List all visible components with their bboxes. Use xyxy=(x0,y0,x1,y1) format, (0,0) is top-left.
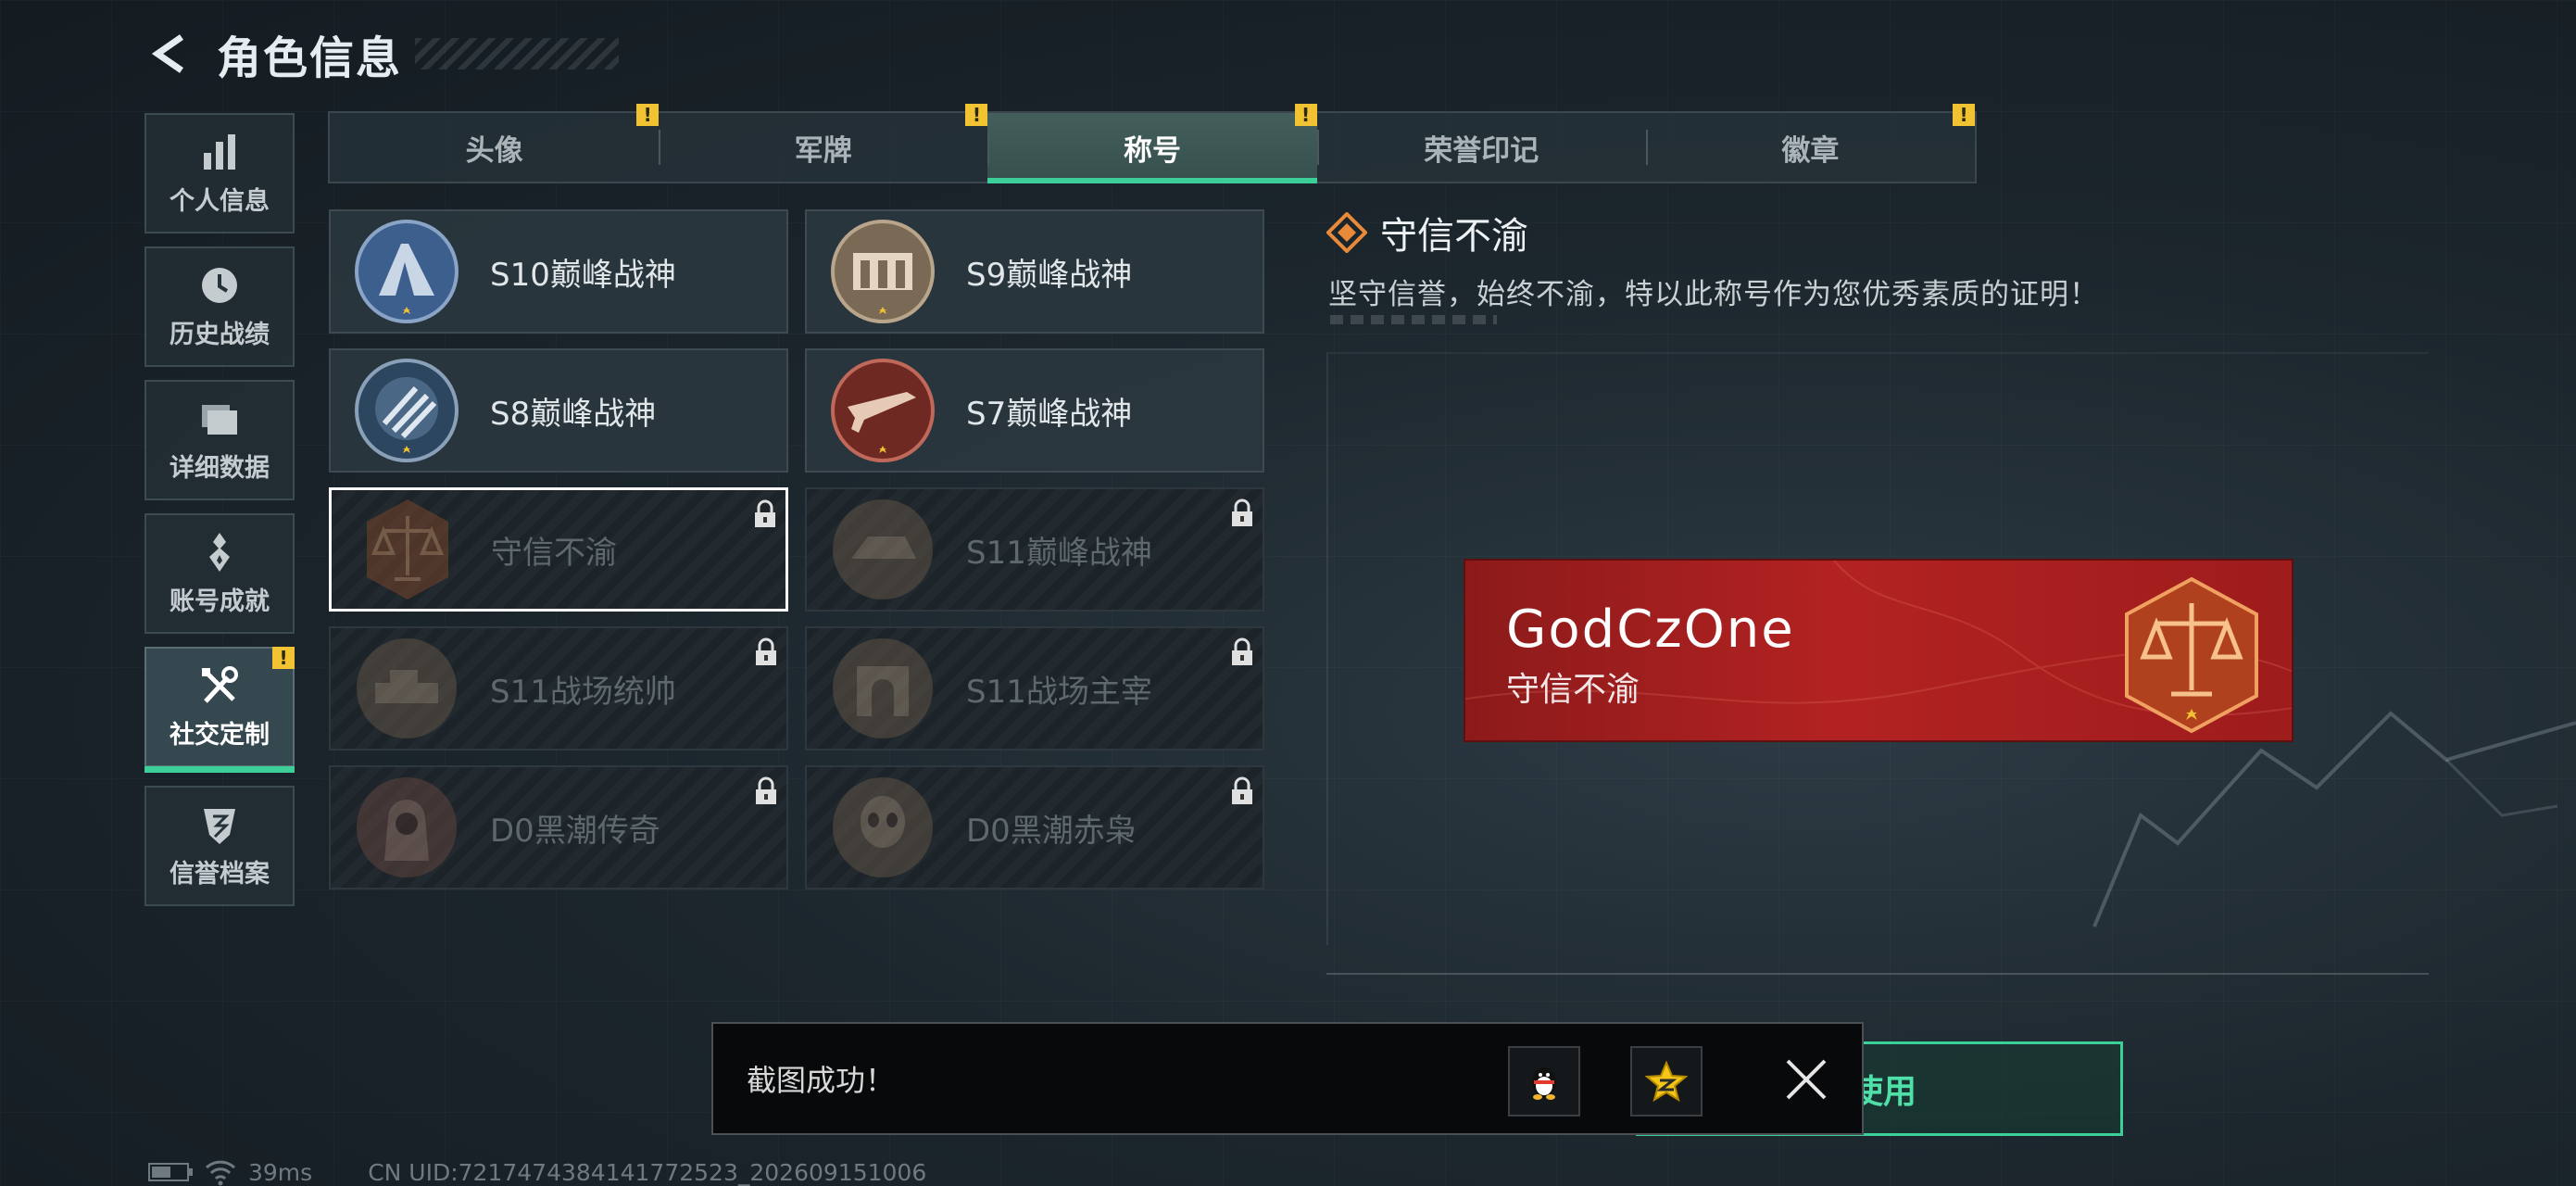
title-card-label: S8巅峰战神 xyxy=(490,395,657,433)
title-card-label: S11巅峰战神 xyxy=(966,534,1152,572)
title-card-label: D0黑潮赤枭 xyxy=(966,812,1137,850)
diamond-icon xyxy=(1326,212,1367,253)
category-tabs: 头像 ! 军牌 ! 称号 ! 荣誉印记 徽章 ! xyxy=(328,104,1977,183)
detail-header: 守信不渝 xyxy=(1326,206,1528,259)
title-card-label: S9巅峰战神 xyxy=(966,256,1133,294)
tab-label: 徽章 xyxy=(1781,133,1840,168)
clock-icon xyxy=(202,267,237,303)
tab-avatar[interactable]: 头像 ! xyxy=(330,104,660,182)
decorative-code xyxy=(1330,315,1497,324)
tab-title[interactable]: 称号 ! xyxy=(987,104,1317,183)
title-card-d0-red-owl[interactable]: D0黑潮赤枭 xyxy=(805,765,1264,890)
title-card-s9-peak[interactable]: S9巅峰战神 xyxy=(805,209,1264,334)
share-qq-button[interactable] xyxy=(1508,1046,1580,1117)
sidebar-item-social-custom[interactable]: ! 社交定制 xyxy=(145,647,295,773)
sidebar-item-personal-info[interactable]: 个人信息 xyxy=(145,113,295,233)
user-uid: CN UID:7217474384141772523_202609151006 xyxy=(368,1158,927,1186)
title-card-faithful[interactable]: 守信不渝 xyxy=(329,487,788,612)
folder-icon xyxy=(202,404,237,435)
tab-label: 军牌 xyxy=(794,133,852,168)
battery-icon xyxy=(148,1163,193,1181)
page-header: 角色信息 xyxy=(148,26,620,84)
banner-title: 守信不渝 xyxy=(1506,671,1640,709)
lock-icon xyxy=(1232,498,1252,526)
title-card-label: S11战场统帅 xyxy=(490,673,676,711)
title-banner-preview: GodCzOne 守信不渝 xyxy=(1464,559,2293,742)
title-card-s8-peak[interactable]: S8巅峰战神 xyxy=(329,348,788,473)
sidebar-item-reputation[interactable]: 信誉档案 xyxy=(145,786,295,906)
detail-title: 守信不渝 xyxy=(1380,215,1528,258)
title-list: S10巅峰战神 S9巅峰战神 S8巅峰战神 S7巅峰战神 守信不渝 S11巅峰战… xyxy=(329,209,1266,890)
scales-emblem-icon xyxy=(2125,576,2258,734)
warning-badge: ! xyxy=(636,104,660,126)
title-card-label: 守信不渝 xyxy=(491,534,617,572)
tab-honor-mark[interactable]: 荣誉印记 xyxy=(1316,113,1646,182)
s7-emblem-icon xyxy=(831,359,935,462)
lock-icon xyxy=(755,499,775,527)
title-card-s11-commander[interactable]: S11战场统帅 xyxy=(329,626,788,751)
ping-value: 39ms xyxy=(248,1158,313,1186)
warning-badge: ! xyxy=(1953,104,1976,126)
sidebar-item-detailed-data[interactable]: 详细数据 xyxy=(145,380,295,500)
title-decoration xyxy=(415,38,620,69)
back-arrow-icon[interactable] xyxy=(148,32,193,76)
hooded-figure-emblem-icon xyxy=(357,777,457,877)
skull-emblem-icon xyxy=(833,777,933,877)
sidebar-item-history[interactable]: 历史战绩 xyxy=(145,246,295,367)
title-card-label: S10巅峰战神 xyxy=(490,256,676,294)
sidebar-item-label: 详细数据 xyxy=(170,453,270,483)
warning-badge: ! xyxy=(1294,104,1317,126)
lock-icon xyxy=(756,776,776,804)
screenshot-toast: 截图成功！ xyxy=(711,1022,1864,1135)
title-card-label: S7巅峰战神 xyxy=(966,395,1133,433)
s9-emblem-icon xyxy=(831,220,935,323)
player-name: GodCzOne xyxy=(1506,599,1795,660)
title-card-s10-peak[interactable]: S10巅峰战神 xyxy=(329,209,788,334)
tab-badge[interactable]: 徽章 ! xyxy=(1645,104,1976,182)
s8-emblem-icon xyxy=(355,359,459,462)
status-bar: 39ms CN UID:7217474384141772523_20260915… xyxy=(148,1158,926,1186)
sidebar-item-label: 个人信息 xyxy=(170,186,270,216)
share-qzone-button[interactable] xyxy=(1630,1046,1703,1117)
shield-icon xyxy=(204,808,235,844)
warning-badge: ! xyxy=(272,647,295,669)
warning-badge: ! xyxy=(965,104,988,126)
medal-icon xyxy=(209,532,230,572)
tank-emblem-icon xyxy=(357,638,457,738)
bar-chart-icon xyxy=(204,133,235,170)
title-card-s11-dominator[interactable]: S11战场主宰 xyxy=(805,626,1264,751)
arch-emblem-icon xyxy=(833,638,933,738)
preview-divider xyxy=(1326,973,2429,975)
scales-emblem-icon xyxy=(367,499,448,599)
page-title: 角色信息 xyxy=(217,32,403,84)
sidebar-item-label: 信誉档案 xyxy=(170,859,270,889)
sidebar-item-label: 历史战绩 xyxy=(170,320,270,349)
detail-description: 坚守信誉，始终不渝，特以此称号作为您优秀素质的证明！ xyxy=(1328,278,2099,311)
sidebar-item-label: 账号成就 xyxy=(170,587,270,616)
title-card-label: D0黑潮传奇 xyxy=(490,812,660,850)
title-card-label: S11战场主宰 xyxy=(966,673,1152,711)
lock-icon xyxy=(756,637,776,665)
s10-emblem-icon xyxy=(355,220,459,323)
wifi-icon xyxy=(205,1160,236,1186)
lock-icon xyxy=(1232,776,1252,804)
toast-message: 截图成功！ xyxy=(747,1063,896,1098)
title-card-s11-peak[interactable]: S11巅峰战神 xyxy=(805,487,1264,612)
sidebar-nav: 个人信息 历史战绩 详细数据 账号成就 ! 社交定制 信誉档案 xyxy=(145,113,295,919)
tab-label: 荣誉印记 xyxy=(1424,133,1539,168)
title-card-s7-peak[interactable]: S7巅峰战神 xyxy=(805,348,1264,473)
title-card-d0-legend[interactable]: D0黑潮传奇 xyxy=(329,765,788,890)
tab-label: 称号 xyxy=(1124,133,1181,168)
sidebar-item-achievements[interactable]: 账号成就 xyxy=(145,513,295,634)
sidebar-item-label: 社交定制 xyxy=(170,720,270,750)
close-icon[interactable] xyxy=(1778,1052,1834,1107)
tab-label: 头像 xyxy=(465,133,523,168)
lock-icon xyxy=(1232,637,1252,665)
tab-dog-tag[interactable]: 军牌 ! xyxy=(659,104,988,182)
qzone-star-icon xyxy=(1645,1060,1688,1103)
qq-penguin-icon xyxy=(1532,1067,1556,1100)
tools-icon xyxy=(202,665,238,703)
s11-peak-emblem-icon xyxy=(833,499,933,599)
